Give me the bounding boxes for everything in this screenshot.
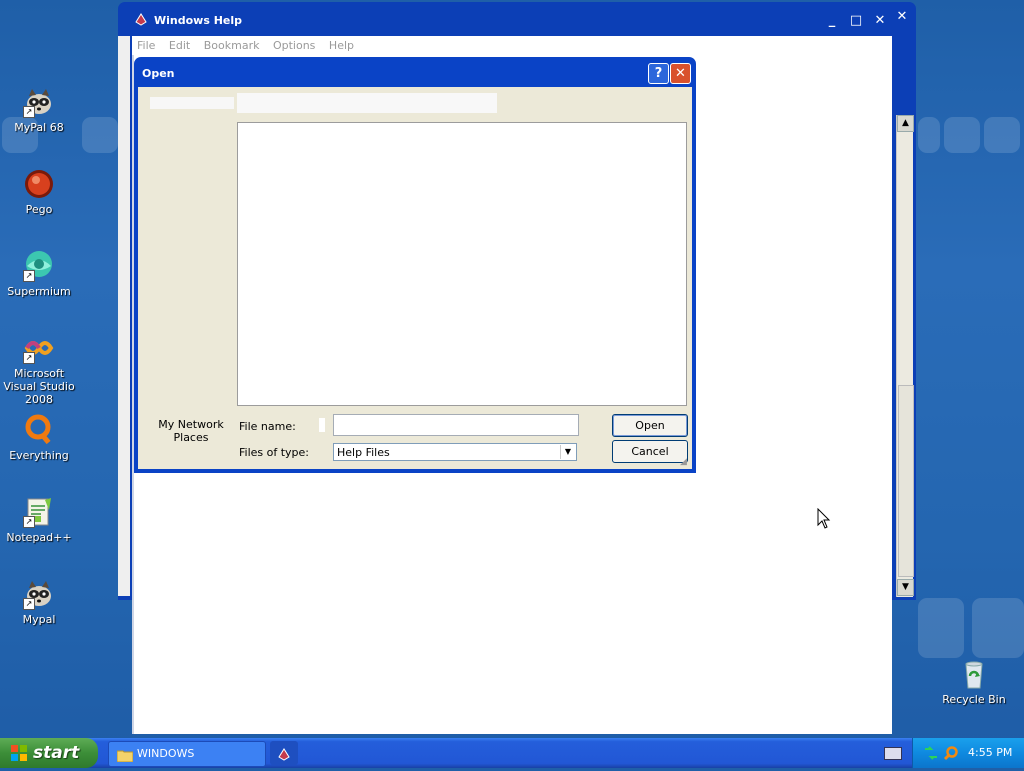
open-dialog[interactable]: Open ? ✕ My Network Places File name: Fi… bbox=[134, 57, 696, 473]
files-of-type-select[interactable]: Help Files ▼ bbox=[333, 443, 577, 461]
supermium-icon: ↗ bbox=[23, 250, 55, 282]
folder-icon bbox=[116, 747, 134, 763]
desktop-icon-mypal[interactable]: ↗ Mypal bbox=[0, 578, 78, 626]
start-label: start bbox=[33, 743, 80, 763]
desktop-icon-notepadpp[interactable]: ↗ Notepad++ bbox=[0, 496, 78, 544]
desktop-icon-recycle-bin[interactable]: Recycle Bin bbox=[935, 658, 1013, 706]
desktop-decoration bbox=[82, 117, 118, 153]
search-icon[interactable] bbox=[943, 745, 959, 761]
file-list[interactable] bbox=[237, 122, 687, 406]
desktop-decoration bbox=[944, 117, 980, 153]
menu-file[interactable]: File bbox=[132, 36, 160, 52]
visual-studio-icon: ↗ bbox=[23, 332, 55, 364]
places-bar: My Network Places bbox=[142, 87, 234, 469]
menu-help[interactable]: Help bbox=[324, 36, 359, 52]
desktop-decoration bbox=[918, 598, 964, 658]
resize-grip-icon[interactable]: ◢ bbox=[680, 457, 690, 467]
help-titlebar[interactable]: Windows Help _ □ ✕ ✕ bbox=[118, 2, 916, 34]
everything-icon bbox=[23, 414, 55, 446]
file-name-label: File name: bbox=[239, 420, 296, 433]
mouse-cursor-icon bbox=[817, 507, 831, 533]
desktop-icon-everything[interactable]: Everything bbox=[0, 414, 78, 462]
icon-label: Microsoft Visual Studio 2008 bbox=[3, 367, 75, 406]
desktop-icon-visual-studio[interactable]: ↗ Microsoft Visual Studio 2008 bbox=[0, 332, 78, 406]
help-menubar: File Edit Bookmark Options Help bbox=[132, 36, 892, 56]
taskbar-item-help[interactable] bbox=[270, 741, 298, 765]
icon-label: Pego bbox=[25, 203, 53, 216]
help-app-icon bbox=[277, 746, 291, 761]
menu-options[interactable]: Options bbox=[268, 36, 320, 52]
desktop-decoration bbox=[984, 117, 1020, 153]
look-in-combobox[interactable] bbox=[237, 93, 497, 113]
files-of-type-label: Files of type: bbox=[239, 446, 310, 459]
help-question-button[interactable]: ? bbox=[648, 63, 669, 84]
taskbar-item-label: WINDOWS bbox=[137, 747, 195, 760]
open-dialog-title: Open bbox=[142, 67, 175, 80]
file-name-input[interactable] bbox=[333, 414, 579, 436]
desktop-icon-supermium[interactable]: ↗ Supermium bbox=[0, 250, 78, 298]
desktop-decoration bbox=[972, 598, 1024, 658]
menu-bookmark[interactable]: Bookmark bbox=[199, 36, 265, 52]
menu-edit[interactable]: Edit bbox=[164, 36, 195, 52]
maximize-button[interactable]: □ bbox=[846, 11, 866, 31]
scroll-down-arrow-icon[interactable]: ▼ bbox=[897, 579, 914, 596]
icon-label: Recycle Bin bbox=[942, 693, 1006, 706]
mypal-icon: ↗ bbox=[23, 86, 55, 118]
desktop-icon-pego[interactable]: Pego bbox=[0, 168, 78, 216]
keyboard-icon[interactable] bbox=[884, 747, 902, 760]
pego-icon bbox=[23, 168, 55, 200]
help-vertical-scrollbar[interactable]: ▲ ▼ bbox=[896, 115, 914, 597]
icon-label: Supermium bbox=[7, 285, 71, 298]
close-button[interactable]: ✕ bbox=[870, 11, 890, 31]
icon-label: MyPal 68 bbox=[14, 121, 64, 134]
open-button[interactable]: Open bbox=[612, 414, 688, 437]
icon-label: Notepad++ bbox=[6, 531, 72, 544]
help-window-title: Windows Help bbox=[154, 14, 243, 27]
network-icon[interactable] bbox=[923, 745, 939, 761]
close-icon[interactable]: ✕ bbox=[892, 7, 912, 27]
mypal-icon: ↗ bbox=[23, 578, 55, 610]
scroll-up-arrow-icon[interactable]: ▲ bbox=[897, 115, 914, 132]
icon-label: Mypal bbox=[22, 613, 56, 626]
help-left-border bbox=[118, 36, 130, 596]
windows-logo-icon bbox=[10, 744, 28, 762]
file-name-spacer bbox=[319, 418, 325, 432]
my-network-places-label[interactable]: My Network Places bbox=[156, 418, 226, 444]
open-dialog-client: My Network Places File name: Files of ty… bbox=[138, 87, 692, 469]
taskbar-item-windows[interactable]: WINDOWS bbox=[108, 741, 266, 767]
recycle-bin-icon bbox=[958, 658, 990, 690]
system-tray: 4:55 PM bbox=[912, 738, 1024, 768]
desktop-icon-mypal68[interactable]: ↗ MyPal 68 bbox=[0, 86, 78, 134]
notepadpp-icon: ↗ bbox=[23, 496, 55, 528]
help-app-icon bbox=[134, 12, 148, 26]
cancel-button[interactable]: Cancel bbox=[612, 440, 688, 463]
scroll-thumb[interactable] bbox=[898, 385, 914, 577]
look-in-label-placeholder bbox=[150, 97, 234, 109]
minimize-button[interactable]: _ bbox=[822, 11, 842, 31]
files-of-type-value: Help Files bbox=[337, 446, 390, 459]
chevron-down-icon[interactable]: ▼ bbox=[560, 445, 575, 459]
clock[interactable]: 4:55 PM bbox=[968, 746, 1012, 759]
desktop-decoration bbox=[918, 117, 940, 153]
icon-label: Everything bbox=[9, 449, 69, 462]
start-button[interactable]: start bbox=[0, 738, 98, 768]
dialog-close-button[interactable]: ✕ bbox=[670, 63, 691, 84]
taskbar: start WINDOWS 4:55 PM bbox=[0, 738, 1024, 768]
